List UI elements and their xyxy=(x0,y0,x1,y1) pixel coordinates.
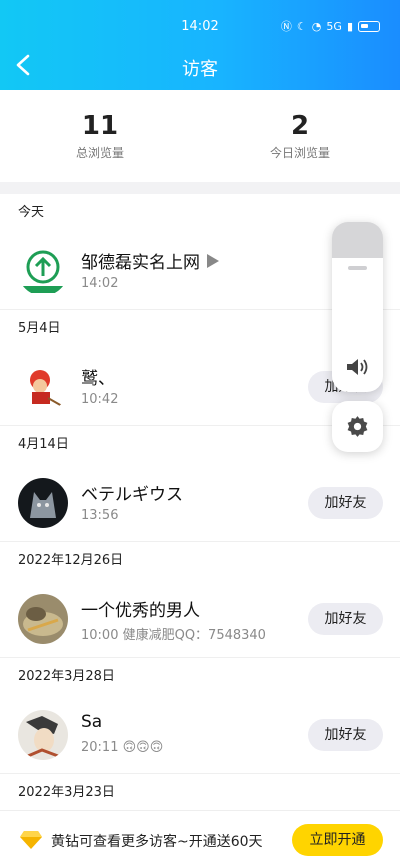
avatar[interactable] xyxy=(18,362,68,412)
status-bar: 14:02 Ⓝ ☾ ◔ 5G ▮ xyxy=(0,0,400,46)
visit-time: 20:11 🙃🙃🙃 xyxy=(81,740,164,755)
date-header: 2022年12月26日 xyxy=(0,542,400,580)
page-title: 访客 xyxy=(182,59,218,80)
moon-icon: ☾ xyxy=(296,19,307,33)
visitor-name: 邹德磊实名上网 xyxy=(81,248,220,273)
visitor-row[interactable]: Sa 20:11 🙃🙃🙃 加好友 xyxy=(0,696,400,774)
visitor-name: 一个优秀的男人 xyxy=(81,601,200,621)
volume-slider-fill xyxy=(332,222,383,258)
visit-time: 10:42 xyxy=(81,392,119,407)
add-friend-button[interactable]: 加好友 xyxy=(308,603,383,635)
visit-time: 14:02 xyxy=(81,276,119,291)
stat-total-value: 11 xyxy=(81,111,119,141)
diamond-icon xyxy=(20,831,42,849)
stat-today-value: 2 xyxy=(290,111,310,141)
promo-text: 黄钻可查看更多访客~开通送60天 xyxy=(51,834,263,850)
play-icon xyxy=(207,254,219,268)
header-bar: 14:02 Ⓝ ☾ ◔ 5G ▮ 访客 xyxy=(0,0,400,90)
network-label: 5G xyxy=(326,19,342,33)
add-friend-button[interactable]: 加好友 xyxy=(308,719,383,751)
stats-panel: 11 总浏览量 2 今日浏览量 xyxy=(0,90,400,182)
vip-promo-bar: 黄钻可查看更多访客~开通送60天 立即开通 xyxy=(0,810,400,868)
visitor-row[interactable]: ベテルギウス 13:56 加好友 xyxy=(0,464,400,542)
stat-total: 11 总浏览量 xyxy=(0,110,200,161)
visitor-name: ベテルギウス xyxy=(81,485,183,505)
visitor-name: 鹫、 xyxy=(81,369,115,389)
visit-time: 13:56 xyxy=(81,508,119,523)
settings-button[interactable] xyxy=(332,401,383,452)
avatar[interactable] xyxy=(18,478,68,528)
wifi-icon: ◔ xyxy=(311,19,322,33)
nfc-icon: Ⓝ xyxy=(280,20,292,33)
signal-icon: ▮ xyxy=(346,19,353,33)
slider-handle[interactable] xyxy=(348,266,367,270)
speaker-icon[interactable] xyxy=(345,356,371,378)
battery-icon xyxy=(358,20,380,32)
stat-today-label: 今日浏览量 xyxy=(269,146,330,160)
stat-today: 2 今日浏览量 xyxy=(200,110,400,161)
visitor-name-text: 邹德磊实名上网 xyxy=(81,253,200,273)
avatar[interactable] xyxy=(18,246,68,296)
gear-icon xyxy=(347,416,368,437)
visitor-name: Sa xyxy=(81,712,103,732)
status-icons: Ⓝ ☾ ◔ 5G ▮ xyxy=(281,18,380,34)
add-friend-button[interactable]: 加好友 xyxy=(308,487,383,519)
avatar[interactable] xyxy=(18,594,68,644)
stat-total-label: 总浏览量 xyxy=(75,146,124,160)
avatar[interactable] xyxy=(18,710,68,760)
open-vip-button[interactable]: 立即开通 xyxy=(292,824,383,856)
volume-slider-panel[interactable] xyxy=(332,222,383,392)
date-header: 2022年3月23日 xyxy=(0,774,400,812)
visitor-row[interactable]: 一个优秀的男人 10:00 健康减肥QQ：7548340 加好友 xyxy=(0,580,400,658)
visit-time: 10:00 健康减肥QQ：7548340 xyxy=(81,628,266,643)
date-header: 2022年3月28日 xyxy=(0,658,400,696)
